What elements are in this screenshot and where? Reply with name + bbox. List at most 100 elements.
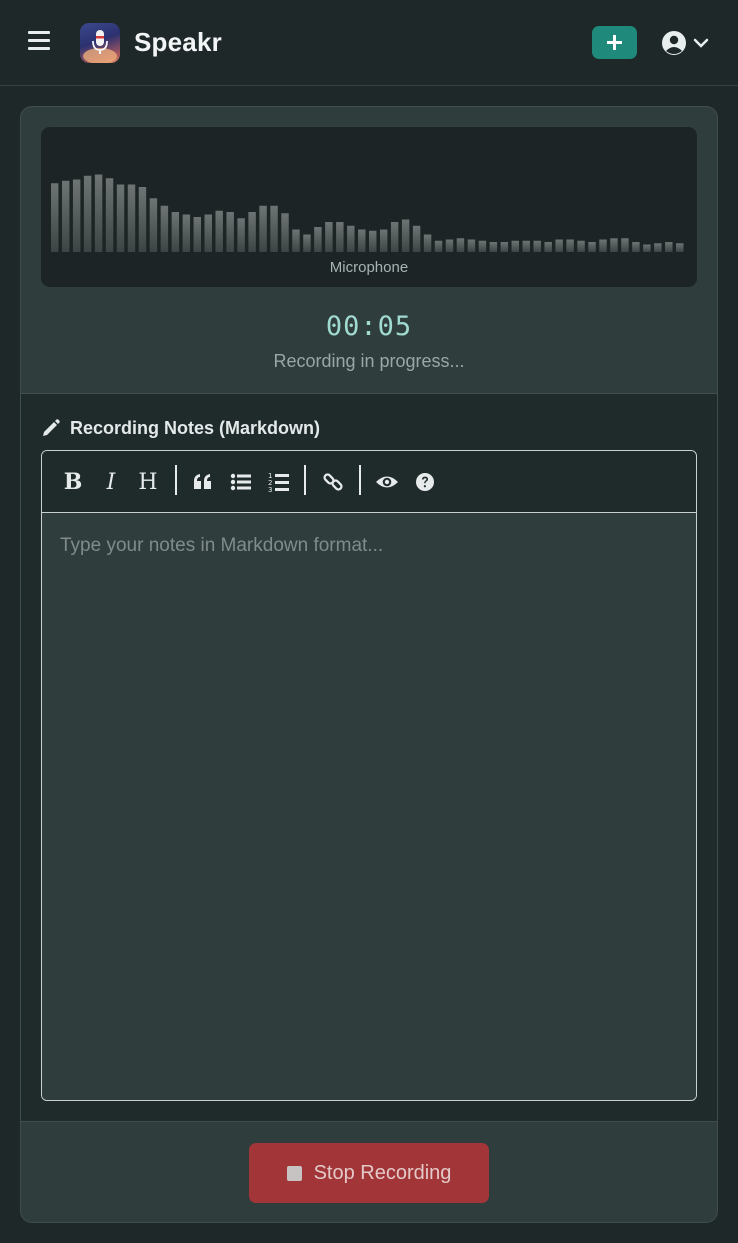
add-button[interactable] bbox=[592, 26, 637, 59]
audio-visualizer: Microphone bbox=[41, 127, 697, 287]
link-icon bbox=[323, 473, 343, 491]
audio-level-bar bbox=[292, 229, 300, 252]
editor-toolbar: B I H 1 2 3 bbox=[42, 451, 696, 513]
audio-level-bar bbox=[665, 242, 673, 252]
quote-icon bbox=[194, 474, 211, 489]
audio-level-bar bbox=[379, 229, 388, 252]
audio-level-bar bbox=[51, 183, 59, 252]
audio-level-bar bbox=[467, 239, 476, 252]
audio-level-bar bbox=[270, 205, 278, 252]
audio-level-bar bbox=[423, 234, 432, 252]
audio-level-bar bbox=[643, 244, 651, 252]
notes-section: Recording Notes (Markdown) B I H 1 2 3 T… bbox=[21, 393, 717, 1121]
audio-level-bar bbox=[489, 242, 498, 252]
audio-level-bar bbox=[336, 222, 344, 252]
notes-textarea[interactable] bbox=[42, 513, 696, 1100]
audio-level-bar bbox=[347, 225, 355, 252]
audio-level-bar bbox=[555, 239, 563, 252]
recording-card: Microphone 00:05 Recording in progress..… bbox=[20, 106, 718, 1223]
user-circle-icon bbox=[662, 31, 686, 55]
bullet-list-button[interactable] bbox=[228, 467, 254, 497]
audio-level-bar bbox=[511, 240, 520, 252]
bullet-list-icon bbox=[230, 473, 251, 491]
eye-icon bbox=[376, 476, 398, 488]
stop-recording-label: Stop Recording bbox=[313, 1161, 452, 1184]
notes-label: Recording Notes (Markdown) bbox=[41, 416, 320, 440]
audio-level-bar bbox=[237, 218, 245, 252]
stop-square-icon bbox=[286, 1165, 302, 1181]
app-logo bbox=[80, 23, 120, 63]
audio-level-bar bbox=[116, 184, 125, 252]
audio-level-bar bbox=[369, 230, 377, 252]
audio-level-bar bbox=[577, 240, 585, 252]
audio-level-bar bbox=[325, 222, 333, 252]
audio-level-bar bbox=[248, 212, 256, 252]
audio-level-bar bbox=[544, 242, 552, 252]
audio-level-bar bbox=[171, 212, 180, 252]
preview-button[interactable] bbox=[374, 467, 400, 497]
audio-level-bar bbox=[456, 238, 465, 252]
pencil-icon bbox=[43, 419, 60, 436]
audio-level-bar bbox=[412, 225, 421, 252]
audio-level-bar bbox=[478, 240, 487, 252]
audio-level-bar bbox=[204, 214, 212, 252]
help-circle-icon bbox=[416, 473, 434, 491]
heading-button[interactable]: H bbox=[134, 467, 162, 497]
toolbar-divider bbox=[359, 465, 361, 495]
audio-level-bar bbox=[588, 242, 596, 252]
audio-level-bar bbox=[72, 179, 81, 252]
user-menu-button[interactable] bbox=[660, 28, 712, 58]
audio-level-bar bbox=[676, 243, 684, 252]
numbered-list-button[interactable]: 1 2 3 bbox=[266, 467, 292, 497]
markdown-editor: B I H 1 2 3 Type your notes in Markdown … bbox=[41, 450, 697, 1101]
audio-level-bars bbox=[51, 174, 684, 252]
recording-timer: 00:05 bbox=[325, 311, 413, 342]
audio-level-bar bbox=[632, 242, 640, 252]
audio-level-bar bbox=[281, 213, 289, 252]
audio-level-bar bbox=[259, 205, 267, 252]
audio-level-bar bbox=[314, 227, 322, 252]
audio-level-bar bbox=[149, 198, 158, 252]
hamburger-icon[interactable] bbox=[28, 31, 52, 53]
audio-level-bar bbox=[226, 212, 234, 252]
audio-level-bar bbox=[401, 219, 410, 252]
audio-level-bar bbox=[193, 217, 202, 252]
audio-level-bar bbox=[215, 210, 223, 252]
svg-text:3: 3 bbox=[268, 486, 272, 493]
help-button[interactable] bbox=[412, 467, 438, 497]
stop-recording-button[interactable]: Stop Recording bbox=[249, 1143, 489, 1203]
recording-controls: Stop Recording bbox=[21, 1121, 717, 1222]
audio-level-bar bbox=[533, 240, 541, 252]
audio-level-bar bbox=[105, 178, 114, 252]
audio-source-label: Microphone bbox=[329, 259, 409, 276]
audio-level-bar bbox=[303, 234, 311, 252]
audio-level-bar bbox=[390, 222, 399, 252]
plus-icon bbox=[607, 35, 622, 50]
audio-level-bar bbox=[83, 175, 92, 252]
toolbar-divider bbox=[175, 465, 177, 495]
audio-level-bar bbox=[654, 243, 662, 252]
audio-level-bar bbox=[94, 174, 103, 252]
audio-level-bar bbox=[127, 184, 136, 252]
numbered-list-icon: 1 2 3 bbox=[268, 472, 289, 493]
audio-level-bar bbox=[566, 239, 574, 252]
link-button[interactable] bbox=[320, 467, 346, 497]
audio-level-bar bbox=[522, 240, 530, 252]
bold-button[interactable]: B bbox=[60, 467, 86, 497]
chevron-down-icon bbox=[693, 38, 709, 48]
app-title: Speakr bbox=[134, 27, 222, 57]
audio-level-bar bbox=[358, 229, 366, 252]
italic-button[interactable]: I bbox=[98, 467, 124, 497]
audio-level-bar bbox=[61, 180, 70, 252]
audio-level-bar bbox=[500, 242, 509, 252]
audio-level-bar bbox=[138, 187, 147, 252]
recording-status: Recording in progress... bbox=[273, 351, 465, 371]
audio-level-bar bbox=[434, 240, 443, 252]
audio-level-bar bbox=[160, 205, 169, 252]
audio-level-bar bbox=[182, 214, 191, 252]
audio-level-bar bbox=[599, 239, 607, 252]
audio-level-bar bbox=[445, 239, 454, 252]
audio-level-bar bbox=[621, 238, 629, 252]
quote-button[interactable] bbox=[190, 467, 216, 497]
app-header: Speakr bbox=[0, 0, 738, 86]
